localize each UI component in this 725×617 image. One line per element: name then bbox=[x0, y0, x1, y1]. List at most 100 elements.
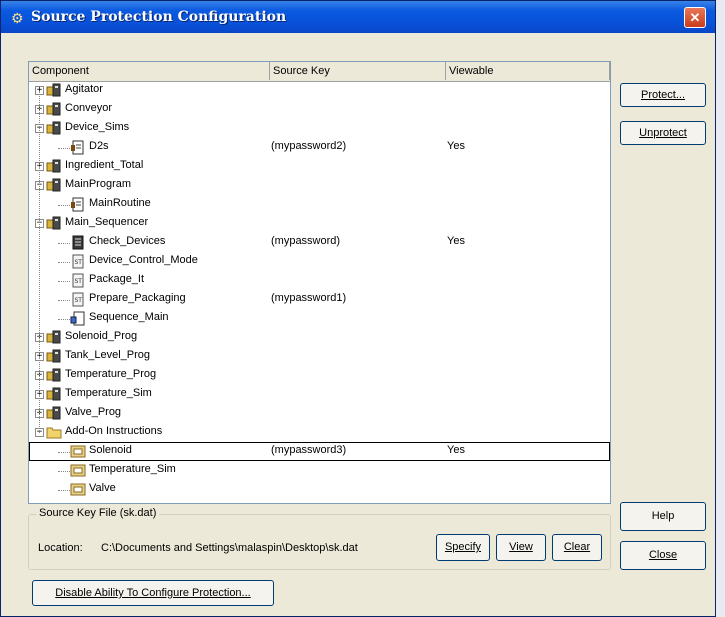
text-routine-icon: ST bbox=[70, 273, 86, 288]
component-name: Package_It bbox=[89, 273, 145, 285]
program-folder-icon bbox=[46, 159, 62, 174]
svg-text:ST: ST bbox=[75, 278, 83, 285]
aoi-icon bbox=[70, 482, 86, 497]
aoi-icon bbox=[70, 463, 86, 478]
component-name: MainRoutine bbox=[89, 197, 151, 209]
program-folder-icon bbox=[46, 349, 62, 364]
tree-connector bbox=[58, 281, 70, 282]
tree-row[interactable]: ST Device_Control_Mode bbox=[29, 252, 610, 271]
tree-row[interactable]: ST Prepare_Packaging (mypassword1) bbox=[29, 290, 610, 309]
location-value: C:\Documents and Settings\malaspin\Deskt… bbox=[101, 542, 358, 554]
component-name: Valve bbox=[89, 482, 116, 494]
tree-row[interactable]: − Device_Sims bbox=[29, 119, 610, 138]
tree-row[interactable]: − Main_Sequencer bbox=[29, 214, 610, 233]
column-header-component[interactable]: Component bbox=[29, 62, 270, 80]
tree-row[interactable]: − Add-On Instructions bbox=[29, 423, 610, 442]
component-name: Main_Sequencer bbox=[65, 216, 149, 228]
window-title: Source Protection Configuration bbox=[31, 9, 287, 25]
title-bar[interactable]: ⚙ Source Protection Configuration ✕ bbox=[1, 1, 715, 33]
source-key-value: (mypassword) bbox=[271, 235, 341, 247]
viewable-value: Yes bbox=[447, 140, 465, 152]
tree-connector bbox=[58, 490, 70, 491]
tree-row[interactable]: Valve bbox=[29, 480, 610, 499]
tree-trunk-line bbox=[39, 91, 40, 433]
program-folder-icon bbox=[46, 178, 62, 193]
component-name: Device_Sims bbox=[65, 121, 130, 133]
list-header: Component Source Key Viewable bbox=[29, 62, 610, 82]
tree-row[interactable]: D2s (mypassword2) Yes bbox=[29, 138, 610, 157]
svg-text:ST: ST bbox=[75, 259, 83, 266]
tree-connector bbox=[58, 319, 70, 320]
component-name: Solenoid bbox=[89, 444, 132, 456]
tree-connector bbox=[58, 148, 70, 149]
source-key-value: (mypassword2) bbox=[271, 140, 347, 152]
source-key-file-title: Source Key File (sk.dat) bbox=[36, 507, 160, 519]
component-name: Device_Control_Mode bbox=[89, 254, 198, 266]
tree-row[interactable]: − MainProgram bbox=[29, 176, 610, 195]
source-key-value: (mypassword3) bbox=[271, 444, 347, 456]
tree-row[interactable]: + Valve_Prog bbox=[29, 404, 610, 423]
component-name: Temperature_Prog bbox=[65, 368, 157, 380]
aoi-icon bbox=[70, 444, 86, 459]
tree-row[interactable]: Check_Devices (mypassword) Yes bbox=[29, 233, 610, 252]
close-window-button[interactable]: ✕ bbox=[684, 7, 706, 28]
component-name: Temperature_Sim bbox=[89, 463, 176, 475]
routine-icon bbox=[70, 197, 86, 212]
background-edge bbox=[716, 0, 725, 617]
tree-row[interactable]: + Conveyor bbox=[29, 100, 610, 119]
tree-connector bbox=[58, 205, 70, 206]
tree-connector bbox=[58, 452, 70, 453]
tree-row[interactable]: + Tank_Level_Prog bbox=[29, 347, 610, 366]
component-list[interactable]: Component Source Key Viewable + Agitator +… bbox=[28, 61, 611, 504]
tree-connector bbox=[58, 300, 70, 301]
component-name: Add-On Instructions bbox=[65, 425, 163, 437]
unprotect-button[interactable]: Unprotect bbox=[620, 121, 706, 145]
svg-text:ST: ST bbox=[75, 297, 83, 304]
component-name: Valve_Prog bbox=[65, 406, 122, 418]
clear-button[interactable]: Clear bbox=[552, 534, 602, 561]
program-folder-icon bbox=[46, 368, 62, 383]
folder-icon bbox=[46, 425, 62, 440]
component-name: Tank_Level_Prog bbox=[65, 349, 151, 361]
tree-row[interactable]: + Temperature_Prog bbox=[29, 366, 610, 385]
viewable-value: Yes bbox=[447, 235, 465, 247]
component-name: D2s bbox=[89, 140, 109, 152]
component-name: Solenoid_Prog bbox=[65, 330, 138, 342]
tree-row[interactable]: Sequence_Main bbox=[29, 309, 610, 328]
component-name: Conveyor bbox=[65, 102, 113, 114]
component-name: Check_Devices bbox=[89, 235, 166, 247]
view-button[interactable]: View bbox=[496, 534, 546, 561]
program-folder-icon bbox=[46, 102, 62, 117]
component-name: Prepare_Packaging bbox=[89, 292, 186, 304]
sfc-routine-icon bbox=[70, 311, 86, 326]
tree-row[interactable]: MainRoutine bbox=[29, 195, 610, 214]
text-routine-icon: ST bbox=[70, 292, 86, 307]
close-button[interactable]: Close bbox=[620, 541, 706, 570]
tree-row[interactable]: + Temperature_Sim bbox=[29, 385, 610, 404]
column-header-source-key[interactable]: Source Key bbox=[270, 62, 446, 80]
component-name: Agitator bbox=[65, 83, 103, 95]
app-icon: ⚙ bbox=[11, 10, 24, 26]
program-folder-icon bbox=[46, 216, 62, 231]
column-header-viewable[interactable]: Viewable bbox=[446, 62, 610, 80]
tree-row[interactable]: ST Package_It bbox=[29, 271, 610, 290]
component-name: Ingredient_Total bbox=[65, 159, 144, 171]
tree-row[interactable]: + Agitator bbox=[29, 81, 610, 100]
component-name: MainProgram bbox=[65, 178, 132, 190]
specify-button[interactable]: Specify bbox=[436, 534, 490, 561]
tree-row[interactable]: Solenoid (mypassword3) Yes bbox=[29, 442, 610, 461]
disable-protection-button[interactable]: Disable Ability To Configure Protection.… bbox=[32, 580, 274, 606]
source-key-value: (mypassword1) bbox=[271, 292, 347, 304]
program-folder-icon bbox=[46, 406, 62, 421]
component-name: Temperature_Sim bbox=[65, 387, 152, 399]
location-label: Location: bbox=[38, 542, 83, 554]
tree-row[interactable]: + Ingredient_Total bbox=[29, 157, 610, 176]
tree-row[interactable]: + Solenoid_Prog bbox=[29, 328, 610, 347]
program-folder-icon bbox=[46, 330, 62, 345]
help-button[interactable]: Help bbox=[620, 502, 706, 531]
tree-connector bbox=[58, 262, 70, 263]
tree-row[interactable]: Temperature_Sim bbox=[29, 461, 610, 480]
protect-button[interactable]: Protect... bbox=[620, 83, 706, 107]
text-routine-icon: ST bbox=[70, 254, 86, 269]
program-folder-icon bbox=[46, 121, 62, 136]
